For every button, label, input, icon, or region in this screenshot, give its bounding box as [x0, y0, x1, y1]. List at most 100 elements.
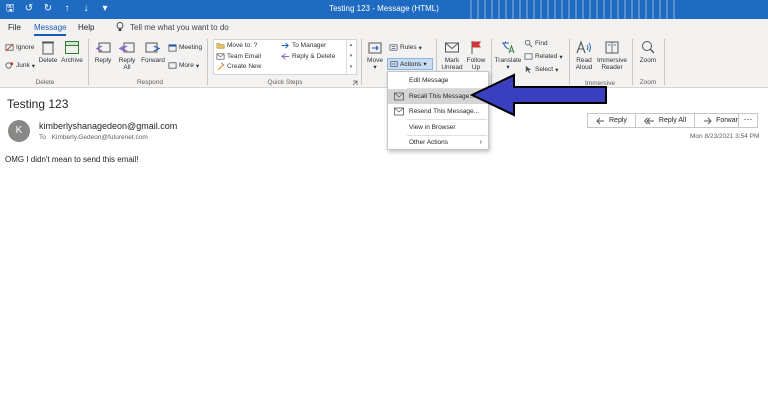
immersive-reader-icon — [605, 41, 619, 54]
message-subject: Testing 123 — [7, 97, 69, 111]
to-manager-icon — [281, 42, 289, 49]
mark-unread-button[interactable]: Mark Unread — [440, 40, 464, 71]
ignore-icon — [5, 43, 14, 52]
actions-icon — [390, 61, 398, 67]
more-actions-button[interactable]: ··· — [738, 113, 758, 128]
forward-icon — [145, 42, 161, 53]
resend-message-icon — [394, 107, 404, 116]
tell-me-box[interactable]: Tell me what you want to do — [116, 22, 229, 32]
avatar[interactable]: K — [8, 120, 30, 142]
read-aloud-button[interactable]: Read Aloud — [573, 40, 595, 71]
find-button[interactable]: Find — [524, 39, 548, 48]
translate-dropdown-icon: ▾ — [506, 64, 510, 71]
zoom-label: Zoom — [639, 57, 657, 64]
actions-dropdown-icon: ▾ — [423, 61, 427, 68]
title-bar: 🖫 ↺ ↻ ↑ ↓ ▾ Testing 123 - Message (HTML) — [0, 0, 768, 19]
archive-button[interactable]: Archive — [60, 40, 84, 64]
find-icon — [524, 39, 533, 48]
ribbon-separator — [664, 39, 665, 85]
follow-up-label-2: Up — [471, 64, 481, 71]
header-reply-label: Reply — [609, 117, 627, 124]
message-date: Mon 8/23/2021 3:54 PM — [690, 133, 760, 140]
menu-item-view-in-browser[interactable]: View in Browser — [388, 120, 488, 135]
sender-address[interactable]: kimberlyshanagedeon@gmail.com — [39, 121, 177, 131]
rules-button[interactable]: Rules ▾ — [389, 43, 422, 52]
read-aloud-icon — [576, 40, 591, 54]
ignore-label: Ignore — [16, 44, 35, 51]
rules-icon — [389, 44, 398, 51]
junk-dropdown-icon: ▾ — [31, 62, 35, 70]
related-label: Related — [535, 53, 558, 60]
translate-button[interactable]: Translate ▾ — [494, 40, 522, 71]
header-reply-all-button[interactable]: Reply All — [636, 114, 696, 127]
flag-icon — [471, 41, 481, 54]
ribbon: Ignore Junk ▾ Delete Archive Delete Reply… — [0, 36, 768, 88]
reply-all-button[interactable]: Reply All — [116, 40, 138, 71]
read-aloud-label-1: Read — [576, 57, 592, 64]
more-respond-button[interactable]: More ▾ — [168, 61, 199, 70]
menu-item-label: Other Actions — [409, 139, 449, 146]
translate-label: Translate — [494, 57, 522, 64]
actions-button[interactable]: Actions ▾ — [387, 58, 433, 70]
recall-message-icon — [394, 92, 404, 101]
ribbon-tabs: File Message Help Tell me what you want … — [0, 19, 768, 36]
meeting-label: Meeting — [179, 44, 203, 51]
quick-steps-group-label: Quick Steps — [267, 79, 303, 86]
lightbulb-icon — [116, 22, 124, 31]
immersive-reader-label-2: Reader — [601, 64, 623, 71]
immersive-reader-button[interactable]: Immersive Reader — [596, 40, 628, 71]
meeting-button[interactable]: Meeting — [168, 43, 202, 52]
quick-step-to-manager[interactable]: To Manager — [281, 41, 326, 50]
recipient-address[interactable]: Kimberly.Gedeon@futurenet.com — [52, 134, 148, 141]
reply-all-icon — [643, 117, 654, 124]
read-aloud-label-2: Aloud — [575, 64, 593, 71]
quick-step-move-to-label: Move to: ? — [227, 42, 258, 49]
tab-message[interactable]: Message — [34, 23, 67, 36]
zoom-button[interactable]: Zoom — [636, 40, 660, 64]
arrow-annotation-icon — [470, 73, 607, 117]
reply-all-icon — [119, 42, 135, 53]
reply-button[interactable]: Reply — [93, 40, 113, 64]
quick-step-reply-delete-label: Reply & Delete — [292, 53, 336, 60]
junk-button[interactable]: Junk ▾ — [5, 61, 35, 70]
mark-unread-label-1: Mark — [444, 57, 460, 64]
move-label: Move — [367, 57, 383, 64]
menu-item-other-actions[interactable]: Other Actions › — [388, 135, 488, 150]
forward-button[interactable]: Forward — [140, 40, 166, 64]
quick-steps-scrollbar[interactable]: ▴ ▾ ▾ — [346, 40, 355, 74]
reply-icon — [95, 42, 111, 53]
quick-step-create-new[interactable]: Create New — [216, 62, 261, 71]
related-button[interactable]: Related ▾ — [524, 52, 563, 61]
meeting-icon — [168, 44, 177, 52]
ribbon-separator — [88, 39, 89, 85]
rules-label: Rules — [400, 44, 417, 51]
ignore-button[interactable]: Ignore — [5, 43, 34, 52]
follow-up-label-1: Follow — [466, 57, 486, 64]
message-body: OMG I didn't mean to send this email! — [5, 155, 139, 164]
move-button[interactable]: Move ▾ — [365, 40, 385, 71]
reply-all-label-1: Reply — [118, 57, 136, 64]
rules-dropdown-icon: ▾ — [418, 44, 422, 52]
recipient-line: To Kimberly.Gedeon@futurenet.com — [39, 134, 148, 141]
delete-button[interactable]: Delete — [37, 40, 59, 64]
menu-item-label: View in Browser — [409, 124, 456, 131]
more-respond-label: More — [179, 62, 194, 69]
related-icon — [524, 53, 533, 60]
actions-label: Actions — [400, 60, 422, 68]
ribbon-separator — [207, 39, 208, 85]
tab-file[interactable]: File — [8, 23, 21, 32]
quick-step-team-email[interactable]: Team Email — [216, 52, 261, 61]
delete-icon — [42, 41, 54, 55]
archive-label: Archive — [61, 57, 83, 64]
tab-help[interactable]: Help — [78, 23, 94, 32]
quick-step-move-to[interactable]: Move to: ? — [216, 41, 257, 50]
follow-up-button[interactable]: Follow Up — [465, 40, 487, 71]
to-label: To — [39, 134, 46, 141]
quick-step-reply-delete[interactable]: Reply & Delete — [281, 52, 335, 61]
immersive-reader-label-1: Immersive — [597, 57, 627, 64]
quick-steps-launcher-icon[interactable] — [352, 80, 358, 86]
more-respond-icon — [168, 62, 177, 69]
move-to-folder-icon — [216, 43, 225, 49]
zoom-icon — [642, 41, 655, 54]
reply-actions-group: Reply Reply All Forward — [587, 113, 751, 128]
